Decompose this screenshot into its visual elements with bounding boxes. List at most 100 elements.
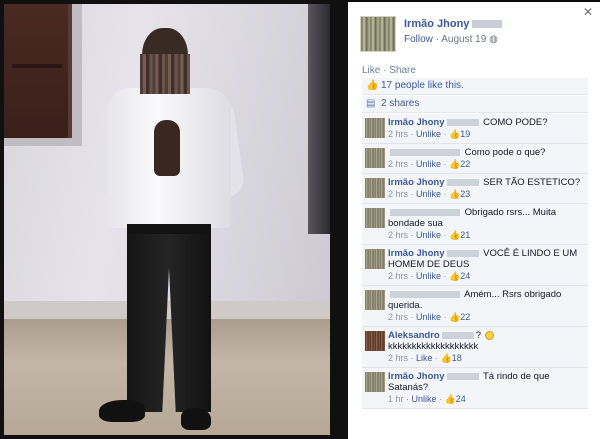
window	[4, 4, 72, 138]
author-name-row: Irmão Jhony	[404, 18, 503, 30]
follow-link[interactable]: Follow	[404, 34, 433, 45]
comment-like-count[interactable]: 21	[460, 230, 470, 240]
comment-time[interactable]: 2 hrs	[388, 129, 408, 139]
comment-time[interactable]: 1 hr	[388, 394, 404, 404]
unlike-link[interactable]: Unlike	[416, 271, 441, 281]
like-link[interactable]: Like	[362, 65, 380, 76]
commenter-name[interactable]: Irmão Jhony	[388, 248, 445, 259]
commenter-avatar[interactable]	[365, 118, 385, 138]
author-avatar[interactable]	[360, 16, 396, 52]
post-date[interactable]: August 19	[441, 34, 486, 45]
likes-text[interactable]: 17 people like this.	[381, 80, 464, 91]
comment-text: COMO PODE?	[483, 117, 548, 128]
comment: Amém... Rsrs obrigado querida. 2 hrs · U…	[362, 286, 588, 327]
commenter-avatar[interactable]	[365, 178, 385, 198]
name-redaction	[446, 178, 479, 186]
thumbs-up-icon: 👍	[449, 129, 461, 139]
comment-time[interactable]: 2 hrs	[388, 353, 408, 363]
name-redaction	[446, 372, 479, 380]
comment: Irmão Jhony Tá rindo de que Satanás? 1 h…	[362, 368, 588, 409]
share-link[interactable]: Share	[389, 65, 416, 76]
thumbs-up-icon: 👍	[449, 159, 461, 169]
comment-like-count[interactable]: 24	[456, 394, 466, 404]
commenter-name[interactable]: Aleksandro	[388, 330, 440, 341]
unlike-link[interactable]: Unlike	[416, 312, 441, 322]
commenter-name[interactable]: Irmão Jhony	[388, 371, 445, 382]
commenter-avatar[interactable]	[365, 249, 385, 269]
comment-like-count[interactable]: 23	[460, 189, 470, 199]
thumbs-up-icon: 👍	[449, 271, 461, 281]
thumbs-up-icon: 👍	[449, 189, 461, 199]
comment-body: Obrigado rsrs... Muita bondade sua	[388, 207, 584, 229]
comment-time[interactable]: 2 hrs	[388, 159, 408, 169]
comment-body: Irmão Jhony SER TÃO ESTETICO?	[388, 177, 584, 188]
comment-like-count[interactable]: 22	[460, 159, 470, 169]
person	[92, 28, 246, 433]
comment: Irmão Jhony VOCÊ É LINDO E UM HOMEM DE D…	[362, 245, 588, 286]
unlike-link[interactable]: Unlike	[416, 189, 441, 199]
unlike-link[interactable]: Unlike	[416, 230, 441, 240]
shares-summary[interactable]: ▤ 2 shares	[362, 96, 588, 113]
comment-meta: 2 hrs · Unlike · 👍23	[388, 189, 471, 199]
comment-like-count[interactable]: 18	[452, 353, 462, 363]
comment-body: Irmão Jhony VOCÊ É LINDO E UM HOMEM DE D…	[388, 248, 584, 270]
name-redaction	[472, 20, 503, 29]
commenter-name[interactable]: Irmão Jhony	[388, 117, 445, 128]
comment-body: Irmão Jhony Tá rindo de que Satanás?	[388, 371, 584, 393]
face-pixelation	[140, 54, 190, 94]
post-actions: Like · Share	[362, 65, 416, 76]
comment-time[interactable]: 2 hrs	[388, 312, 408, 322]
comment-text: kkkkkkkkkkkkkkkkkkk	[388, 341, 479, 352]
post-panel: ✕ Irmão Jhony Follow · August 19 ◍ Like …	[348, 2, 600, 439]
comment-like-count[interactable]: 24	[460, 271, 470, 281]
comment-meta: 2 hrs · Like · 👍18	[388, 353, 462, 363]
comment: Como pode o que? 2 hrs · Unlike · 👍22	[362, 144, 588, 174]
commenter-avatar[interactable]	[365, 148, 385, 168]
comment-text-prefix: ?	[475, 330, 482, 341]
unlike-link[interactable]: Unlike	[412, 394, 437, 404]
name-redaction	[446, 249, 479, 257]
commenter-avatar[interactable]	[365, 372, 385, 392]
comment-like-count[interactable]: 19	[460, 129, 470, 139]
comment-meta: 1 hr · Unlike · 👍24	[388, 394, 466, 404]
comment: Irmão Jhony COMO PODE? 2 hrs · Unlike · …	[362, 114, 588, 144]
name-redaction	[390, 148, 460, 156]
comment-time[interactable]: 2 hrs	[388, 230, 408, 240]
unlike-link[interactable]: Unlike	[416, 159, 441, 169]
commenter-avatar[interactable]	[365, 290, 385, 310]
belt	[127, 224, 211, 234]
separator-dot: ·	[435, 34, 440, 45]
thumbs-up-icon: 👍	[366, 80, 379, 91]
comment: Aleksandro? kkkkkkkkkkkkkkkkkkk 2 hrs · …	[362, 327, 588, 368]
commenter-avatar[interactable]	[365, 208, 385, 228]
like-link[interactable]: Like	[416, 353, 433, 363]
name-redaction	[390, 208, 460, 216]
comment-body: Irmão Jhony COMO PODE?	[388, 117, 584, 128]
comment-list: Irmão Jhony COMO PODE? 2 hrs · Unlike · …	[362, 114, 588, 409]
thumbs-up-icon: 👍	[449, 312, 461, 322]
shares-text[interactable]: 2 shares	[381, 98, 419, 109]
comment-meta: 2 hrs · Unlike · 👍21	[388, 230, 471, 240]
separator-dot: ·	[383, 65, 387, 76]
thumbs-up-icon: 👍	[444, 394, 456, 404]
comment-body: Amém... Rsrs obrigado querida.	[388, 289, 584, 311]
unlike-link[interactable]: Unlike	[416, 129, 441, 139]
comment-body: Aleksandro? kkkkkkkkkkkkkkkkkkk	[388, 330, 584, 352]
right-shoe	[181, 408, 211, 430]
likes-summary[interactable]: 👍 17 people like this.	[362, 78, 588, 95]
name-redaction	[441, 331, 474, 339]
window-frame	[4, 4, 82, 146]
commenter-name[interactable]: Irmão Jhony	[388, 177, 445, 188]
wall-shadow	[308, 4, 330, 234]
comment-body: Como pode o que?	[388, 147, 584, 158]
comment-time[interactable]: 2 hrs	[388, 271, 408, 281]
commenter-avatar[interactable]	[365, 331, 385, 351]
praying-hands	[154, 120, 180, 176]
pants	[127, 232, 211, 412]
author-name[interactable]: Irmão Jhony	[404, 18, 469, 30]
comment-time[interactable]: 2 hrs	[388, 189, 408, 199]
name-redaction	[390, 290, 460, 298]
thumbs-up-icon: 👍	[449, 230, 461, 240]
comment-like-count[interactable]: 22	[460, 312, 470, 322]
comment-meta: 2 hrs · Unlike · 👍22	[388, 159, 471, 169]
